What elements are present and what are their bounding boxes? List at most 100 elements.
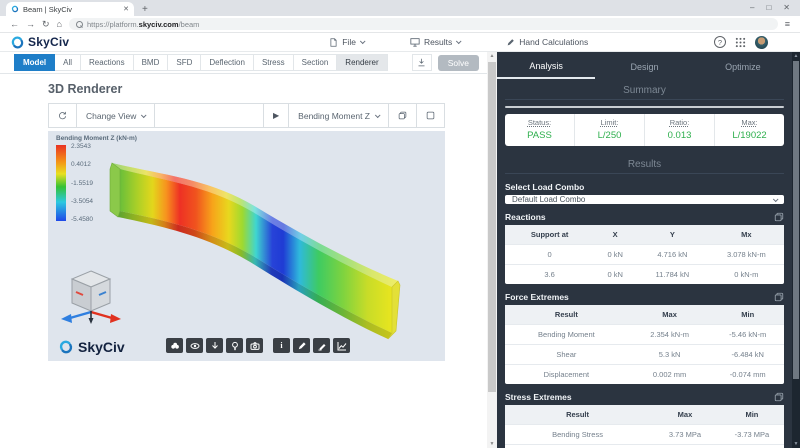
back-icon[interactable]: ← xyxy=(10,19,19,29)
close-window-icon[interactable]: ✕ xyxy=(783,1,790,15)
scroll-up-icon[interactable]: ▲ xyxy=(792,53,800,59)
user-avatar[interactable] xyxy=(755,36,768,49)
tab-optimize[interactable]: Optimize xyxy=(694,55,792,79)
camera-icon xyxy=(250,341,260,351)
copy-icon[interactable] xyxy=(774,292,784,302)
export-icon xyxy=(398,111,407,120)
fullscreen-button[interactable] xyxy=(417,104,444,127)
edit-button[interactable] xyxy=(293,338,310,353)
result-type-dropdown[interactable]: Bending Moment Z xyxy=(289,104,389,127)
limit-label: Limit: xyxy=(575,118,644,127)
animate-play-button[interactable]: ▶ xyxy=(264,104,289,127)
scroll-up-icon[interactable]: ▲ xyxy=(487,53,497,59)
table-row: Bending Stress3.73 MPa-3.73 MPa xyxy=(505,425,784,445)
render-mode-button[interactable] xyxy=(166,338,183,353)
apps-grid-icon[interactable] xyxy=(735,37,746,48)
skyciv-logo[interactable]: SkyCiv xyxy=(10,35,69,50)
hand-calculations-menu[interactable]: Hand Calculations xyxy=(506,37,588,47)
scroll-down-icon[interactable]: ▼ xyxy=(792,441,800,447)
check-deflection[interactable]: Deflection xyxy=(506,107,575,108)
status-card: Status:PASS Limit:L/250 Ratio:0.013 Max:… xyxy=(505,114,784,146)
col-header: Y xyxy=(636,225,709,245)
forward-icon[interactable]: → xyxy=(26,19,35,29)
reload-icon[interactable]: ↻ xyxy=(42,19,50,30)
skyciv-watermark: SkyCiv xyxy=(58,339,125,355)
new-tab-button[interactable]: + xyxy=(142,4,148,15)
graph-button[interactable] xyxy=(333,338,350,353)
tab-section[interactable]: Section xyxy=(294,54,338,71)
page-title: 3D Renderer xyxy=(48,82,487,96)
arrow-down-icon xyxy=(210,341,220,351)
url-input[interactable]: https://platform.skyciv.com/beam xyxy=(69,18,778,30)
scroll-down-icon[interactable]: ▼ xyxy=(487,441,497,447)
app-menus: File Results Hand Calculations xyxy=(329,37,588,47)
renderer-toolbar: Change View ▶ Bending Moment Z xyxy=(48,103,445,128)
tab-analysis[interactable]: Analysis xyxy=(497,55,595,79)
tab-stress[interactable]: Stress xyxy=(254,54,294,71)
file-menu[interactable]: File xyxy=(329,37,364,47)
close-tab-icon[interactable]: ✕ xyxy=(123,5,129,13)
lighting-button[interactable] xyxy=(226,338,243,353)
home-icon[interactable]: ⌂ xyxy=(57,19,62,29)
limit-value: L/250 xyxy=(575,130,644,141)
info-button[interactable]: i xyxy=(273,338,290,353)
minimize-icon[interactable]: – xyxy=(750,1,754,15)
tab-model[interactable]: Model xyxy=(14,54,55,71)
tab-deflection[interactable]: Deflection xyxy=(201,54,254,71)
download-button[interactable] xyxy=(412,54,432,71)
scrollbar-thumb[interactable] xyxy=(793,61,799,379)
results-menu-label: Results xyxy=(424,37,452,47)
loads-toggle-button[interactable] xyxy=(206,338,223,353)
tab-all[interactable]: All xyxy=(55,54,81,71)
force-extremes-title: Force Extremes xyxy=(505,292,569,302)
refresh-render-button[interactable] xyxy=(49,104,77,127)
brand-name: SkyCiv xyxy=(28,35,69,49)
scrollbar-thumb[interactable] xyxy=(488,62,496,392)
check-material-strength[interactable]: Material Strength xyxy=(715,107,783,108)
change-view-dropdown[interactable]: Change View xyxy=(77,104,155,127)
tab-sfd[interactable]: SFD xyxy=(168,54,201,71)
copy-icon[interactable] xyxy=(774,392,784,402)
canvas-toolbar: i xyxy=(166,338,350,353)
screenshot-button[interactable] xyxy=(246,338,263,353)
help-icon[interactable]: ? xyxy=(714,36,726,48)
eye-icon xyxy=(190,341,200,351)
renderer-content: 3D Renderer Change View ▶ Bending Moment… xyxy=(0,74,487,448)
col-header: Mx xyxy=(709,225,784,245)
solve-button[interactable]: Solve xyxy=(438,55,479,71)
pencil-icon xyxy=(297,341,307,351)
annotate-button[interactable] xyxy=(313,338,330,353)
browser-menu-icon[interactable]: ≡ xyxy=(785,19,790,29)
orientation-cube[interactable] xyxy=(60,267,122,325)
tab-bmd[interactable]: BMD xyxy=(134,54,169,71)
panel-scrollbar[interactable]: ▲ ▼ xyxy=(792,52,800,448)
maximize-icon[interactable]: □ xyxy=(766,1,771,15)
col-header: Min xyxy=(711,305,784,325)
panel-tabs: Analysis Design Optimize xyxy=(497,55,792,79)
chevron-down-icon xyxy=(141,112,147,118)
watermark-text: SkyCiv xyxy=(78,339,125,355)
legend-tick: -3.5054 xyxy=(71,198,93,205)
view-tabbar: Model All Reactions BMD SFD Deflection S… xyxy=(0,52,487,74)
load-combo-select[interactable]: Default Load Combo xyxy=(505,195,784,204)
check-custom-stress-limit[interactable]: Custom Stress Limit xyxy=(575,107,646,108)
table-row: Shear5.3 kN-6.484 kN xyxy=(505,345,784,365)
renderer-canvas[interactable]: Bending Moment Z (kN-m) 2.3543 0.4012 -1… xyxy=(48,131,445,361)
export-button[interactable] xyxy=(389,104,417,127)
tab-renderer[interactable]: Renderer xyxy=(337,54,387,71)
play-icon: ▶ xyxy=(273,111,279,120)
tab-design[interactable]: Design xyxy=(595,55,693,79)
visibility-button[interactable] xyxy=(186,338,203,353)
table-row: 00 kN4.716 kN3.078 kN-m xyxy=(505,245,784,265)
z-axis-arrow xyxy=(61,314,72,323)
skyciv-logo-icon xyxy=(58,339,74,355)
results-menu[interactable]: Results xyxy=(410,37,460,47)
table-row: Bending Moment2.354 kN-m-5.46 kN-m xyxy=(505,325,784,345)
tab-reactions[interactable]: Reactions xyxy=(81,54,134,71)
copy-icon[interactable] xyxy=(774,212,784,222)
main-scrollbar[interactable]: ▲ ▼ xyxy=(487,52,497,448)
marker-icon xyxy=(317,341,327,351)
browser-tab[interactable]: Beam | SkyCiv ✕ xyxy=(6,2,134,16)
check-material-yield[interactable]: Material Yield xyxy=(646,107,715,108)
stress-extremes-table: Result Max Min Bending Stress3.73 MPa-3.… xyxy=(505,405,784,448)
